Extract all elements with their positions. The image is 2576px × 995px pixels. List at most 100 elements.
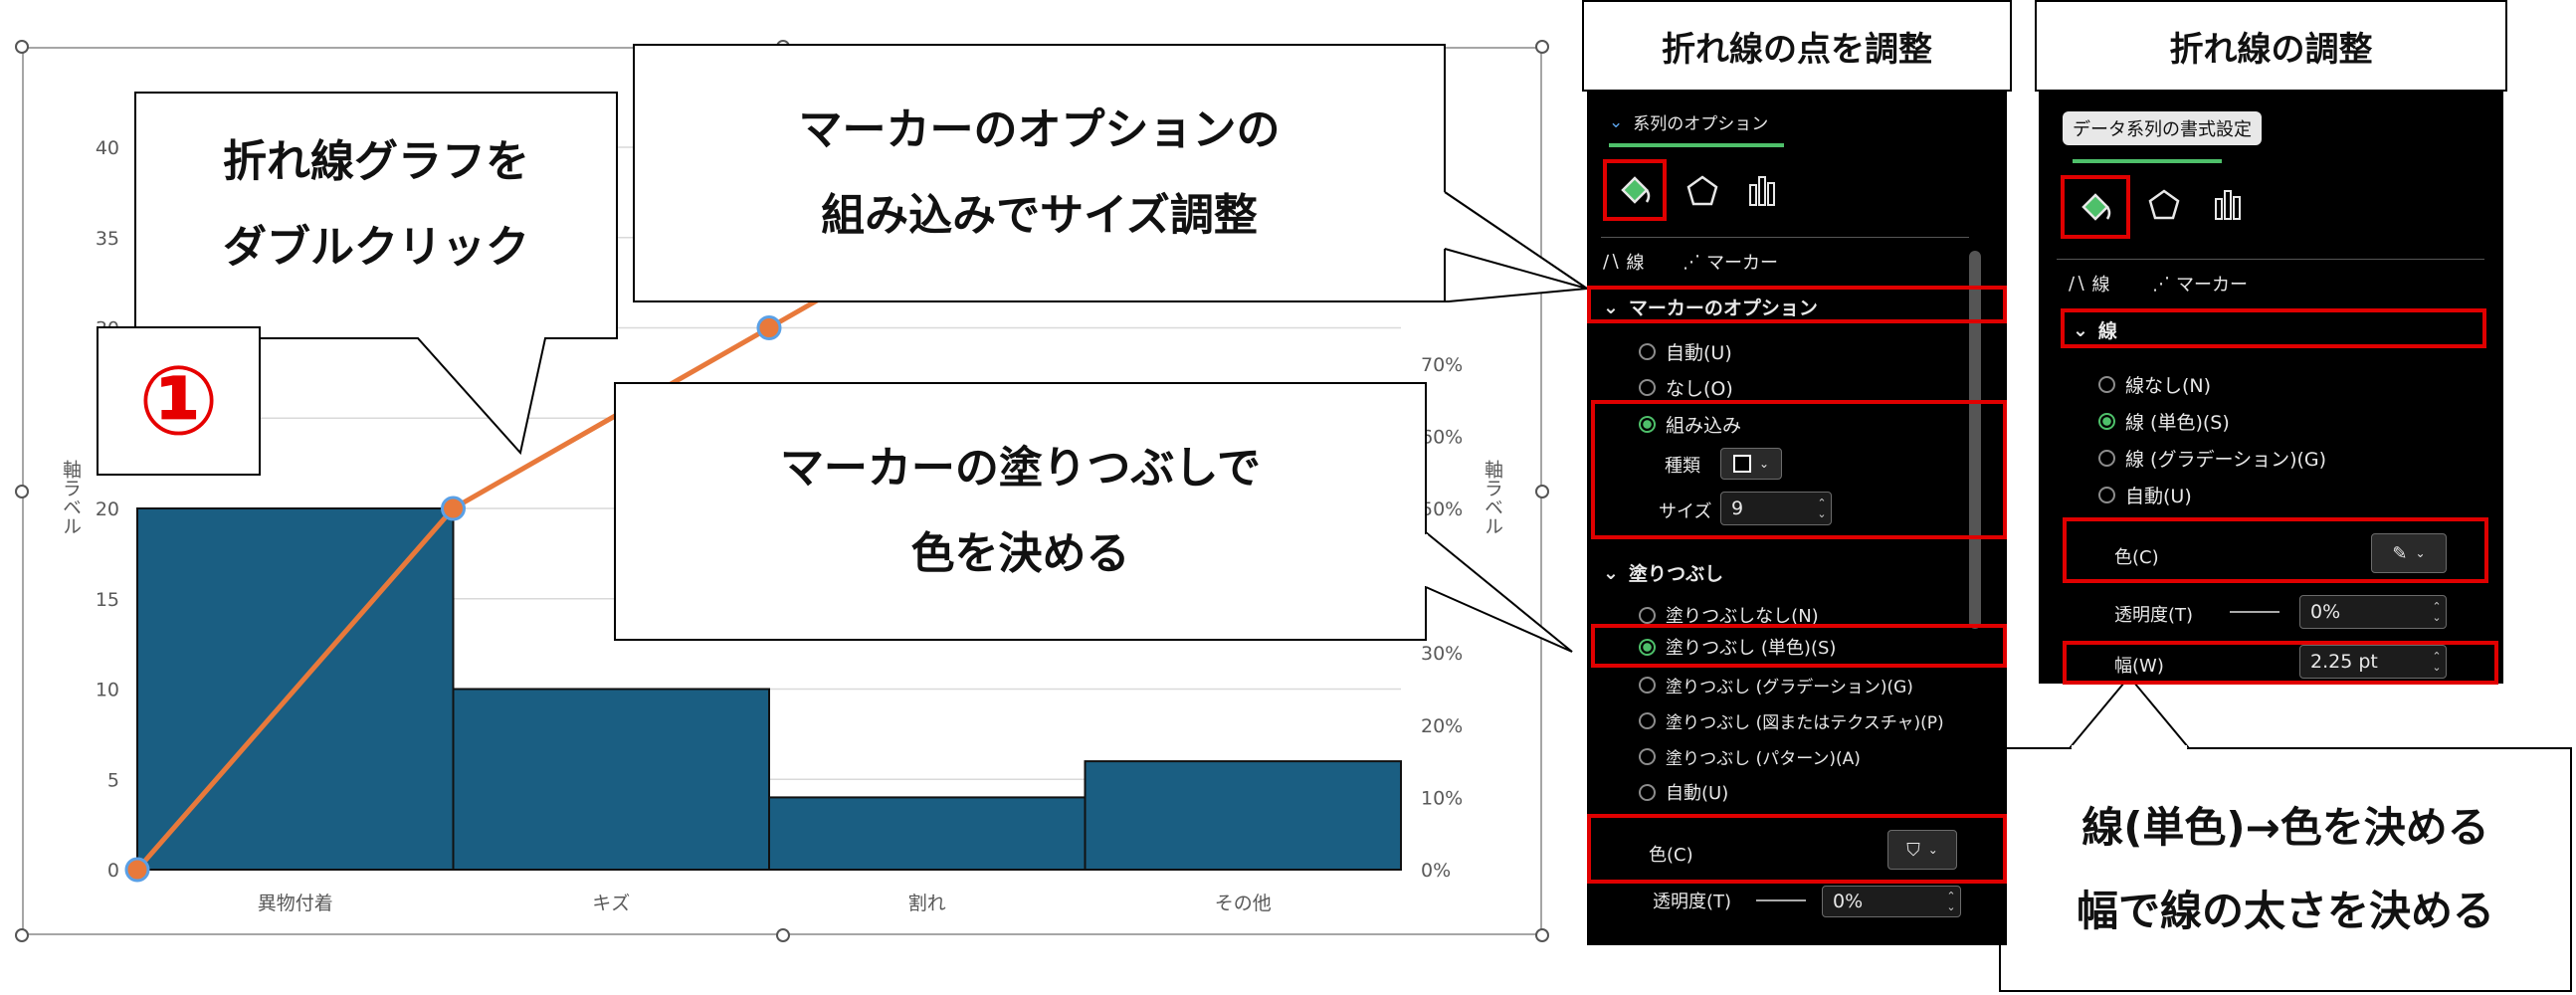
radio-line-gradient[interactable] xyxy=(2098,449,2115,467)
highlight-line-section xyxy=(2061,308,2486,348)
fill-option-picture[interactable]: 塗りつぶし (図またはテクスチャ)(P) xyxy=(1639,702,1944,738)
line-option-auto-label: 自動(U) xyxy=(2125,485,2192,507)
transparency-slider[interactable] xyxy=(2230,611,2279,613)
marker-tab-icon: ⋰ xyxy=(1683,251,1700,273)
pentagon-icon xyxy=(1686,175,1718,206)
fill-color-label: 色(C) xyxy=(1649,845,1693,866)
radio-fill-solid[interactable] xyxy=(1639,638,1656,656)
spinner-arrows-icon[interactable]: ⌃ ⌄ xyxy=(1813,498,1831,519)
line-header[interactable]: ⌄ 線 xyxy=(2073,316,2117,343)
line-option-solid-label: 線 (単色)(S) xyxy=(2125,411,2230,434)
marker-option-builtin-label: 組み込み xyxy=(1666,414,1742,437)
spinner-arrows-icon[interactable]: ⌃ ⌄ xyxy=(2428,651,2446,673)
callout-marker-fill-line1: マーカーの塗りつぶしで xyxy=(779,443,1262,494)
panel-right-header: 折れ線の調整 xyxy=(2035,0,2507,92)
fill-option-pattern[interactable]: 塗りつぶし (パターン)(A) xyxy=(1639,738,1861,774)
callout-double-click: 折れ線グラフを ダブルクリック xyxy=(135,119,617,291)
fill-option-auto-label: 自動(U) xyxy=(1666,783,1729,804)
fill-color-button[interactable]: ⛉ ⌄ xyxy=(1887,830,1957,870)
line-transparency-spinner[interactable]: 0% ⌃ ⌄ xyxy=(2299,595,2447,629)
fill-option-pattern-label: 塗りつぶし (パターン)(A) xyxy=(1666,748,1861,769)
fill-header[interactable]: ⌄ 塗りつぶし xyxy=(1603,559,1723,586)
line-option-none-label: 線なし(N) xyxy=(2125,374,2212,397)
fill-option-solid[interactable]: 塗りつぶし (単色)(S) xyxy=(1639,629,1836,665)
fill-option-picture-label: 塗りつぶし (図またはテクスチャ)(P) xyxy=(1666,712,1944,733)
fill-option-gradient-label: 塗りつぶし (グラデーション)(G) xyxy=(1666,677,1913,697)
line-option-gradient[interactable]: 線 (グラデーション)(G) xyxy=(2098,440,2326,476)
line-title: 線 xyxy=(2097,320,2117,342)
tab-line[interactable]: ∕∖ 線 xyxy=(2069,271,2110,297)
paint-bucket-icon xyxy=(2081,193,2111,221)
radio-marker-none[interactable] xyxy=(1639,378,1656,396)
callout-marker-fill: マーカーの塗りつぶしで 色を決める xyxy=(615,426,1426,597)
effects-tab[interactable] xyxy=(2146,187,2182,228)
format-data-series-title[interactable]: データ系列の書式設定 xyxy=(2063,111,2262,145)
fill-line-tab[interactable] xyxy=(1603,159,1667,221)
marker-tab-icon: ⋰ xyxy=(2152,273,2170,295)
tab-line[interactable]: ∕∖ 線 xyxy=(1603,249,1645,275)
square-marker-icon xyxy=(1732,455,1751,473)
radio-line-solid[interactable] xyxy=(2098,412,2115,430)
line-option-solid[interactable]: 線 (単色)(S) xyxy=(2098,403,2230,439)
series-options-tab[interactable]: ⌄ 系列のオプション xyxy=(1609,109,1769,135)
radio-line-auto[interactable] xyxy=(2098,486,2115,503)
transparency-slider[interactable] xyxy=(1756,899,1806,901)
paint-bucket-icon xyxy=(1621,176,1651,204)
line-option-gradient-label: 線 (グラデーション)(G) xyxy=(2125,448,2327,471)
spinner-arrows-icon[interactable]: ⌃ ⌄ xyxy=(1942,891,1960,912)
effects-tab[interactable] xyxy=(1684,173,1720,214)
tab-marker[interactable]: ⋰ マーカー xyxy=(2152,271,2248,297)
radio-fill-gradient[interactable] xyxy=(1639,676,1656,694)
callout-marker-builtin-line1: マーカーのオプションの xyxy=(798,104,1281,155)
fill-transparency-label: 透明度(T) xyxy=(1653,892,1732,912)
bar-chart-icon xyxy=(1749,176,1775,206)
paint-bucket-icon: ⛉ xyxy=(1906,839,1920,861)
line-option-none[interactable]: 線なし(N) xyxy=(2098,366,2211,402)
fill-transparency-spinner[interactable]: 0% ⌃ ⌄ xyxy=(1822,886,1961,917)
format-pane-line: データ系列の書式設定 ∕∖ 線 ⋰ マーカー ⌄ 線 線なし(N) 線 (単色)(S… xyxy=(2039,92,2503,685)
tab-line-label: 線 xyxy=(2091,275,2110,296)
marker-option-builtin[interactable]: 組み込み xyxy=(1639,406,1741,442)
line-width-value: 2.25 pt xyxy=(2310,651,2378,673)
fill-option-auto[interactable]: 自動(U) xyxy=(1639,774,1728,810)
line-color-label: 色(C) xyxy=(2114,547,2159,568)
tab-marker[interactable]: ⋰ マーカー xyxy=(1683,249,1778,275)
callout-double-click-line2: ダブルクリック xyxy=(223,222,529,273)
fill-option-gradient[interactable]: 塗りつぶし (グラデーション)(G) xyxy=(1639,667,1913,702)
callout-marker-builtin: マーカーのオプションの 組み込みでサイズ調整 xyxy=(634,88,1445,259)
radio-fill-auto[interactable] xyxy=(1639,783,1656,801)
radio-fill-none[interactable] xyxy=(1639,606,1656,624)
series-options-label: 系列のオプション xyxy=(1633,114,1769,134)
tab-marker-label: マーカー xyxy=(2176,275,2248,296)
radio-fill-pattern[interactable] xyxy=(1639,747,1656,765)
marker-options-title: マーカーのオプション xyxy=(1628,298,1818,319)
bar-chart-icon xyxy=(2215,190,2241,220)
series-options-tab-icon[interactable] xyxy=(1744,173,1780,214)
chevron-down-icon: ⌄ xyxy=(1758,457,1770,471)
marker-options-header[interactable]: ⌄ マーカーのオプション xyxy=(1603,294,1818,320)
marker-type-dropdown[interactable]: ⌄ xyxy=(1720,448,1782,480)
radio-marker-auto[interactable] xyxy=(1639,342,1656,360)
marker-size-value: 9 xyxy=(1731,498,1744,519)
radio-line-none[interactable] xyxy=(2098,375,2115,393)
radio-fill-picture[interactable] xyxy=(1639,711,1656,729)
line-color-button[interactable]: ✎ ⌄ xyxy=(2371,533,2447,573)
pentagon-icon xyxy=(2148,189,2180,220)
line-width-spinner[interactable]: 2.25 pt ⌃ ⌄ xyxy=(2299,645,2447,679)
series-options-underline xyxy=(1609,143,1784,147)
marker-option-auto[interactable]: 自動(U) xyxy=(1639,333,1732,369)
chevron-down-icon: ⌄ xyxy=(1927,843,1938,857)
tab-marker-label: マーカー xyxy=(1706,253,1778,274)
tab-divider xyxy=(1601,237,1969,238)
marker-size-label: サイズ xyxy=(1659,501,1712,522)
marker-size-spinner[interactable]: 9 ⌃ ⌄ xyxy=(1720,492,1832,525)
chevron-down-icon: ⌄ xyxy=(1609,111,1624,132)
fill-line-tab[interactable] xyxy=(2061,175,2130,239)
marker-type-label: 種類 xyxy=(1665,456,1700,477)
callout-marker-fill-line2: 色を決める xyxy=(910,528,1130,579)
callout-line-settings-line2: 幅で線の太さを決める xyxy=(2076,887,2494,935)
spinner-arrows-icon[interactable]: ⌃ ⌄ xyxy=(2428,601,2446,623)
radio-marker-builtin[interactable] xyxy=(1639,415,1656,433)
line-option-auto[interactable]: 自動(U) xyxy=(2098,477,2192,512)
series-options-tab-icon[interactable] xyxy=(2210,187,2246,228)
